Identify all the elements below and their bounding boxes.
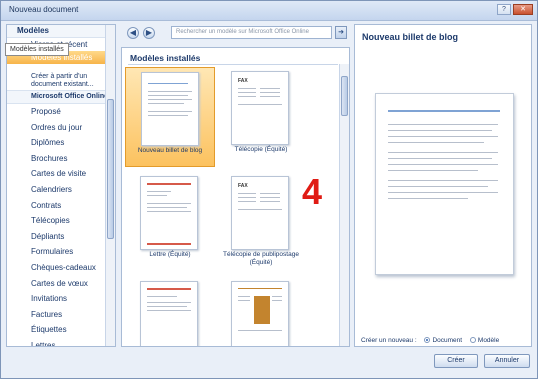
annotation-number: 4 xyxy=(302,171,323,212)
template-tile-5[interactable] xyxy=(125,277,215,346)
template-tile-blog-post[interactable]: Nouveau billet de blog xyxy=(125,67,215,167)
sidebar-item-invoices[interactable]: Factures xyxy=(7,307,115,323)
option-document-label[interactable]: Document xyxy=(432,337,462,344)
option-template-label[interactable]: Modèle xyxy=(478,337,499,344)
template-category-sidebar: Modèles Vierge et récent Modèles install… xyxy=(6,24,116,347)
gallery-divider xyxy=(128,64,338,65)
template-label: Nouveau billet de blog xyxy=(137,147,203,154)
gallery-title: Modèles installés xyxy=(130,53,201,63)
gallery-scroll-thumb[interactable] xyxy=(341,76,348,116)
template-tile-letter-equity[interactable]: Lettre (Équité) xyxy=(125,172,215,272)
template-label: Lettre (Équité) xyxy=(149,251,191,258)
new-document-dialog: Nouveau document ? ✕ Modèles Vierge et r… xyxy=(0,0,538,379)
search-go-button[interactable]: ➜ xyxy=(335,26,347,39)
sidebar-item-greeting-cards[interactable]: Cartes de vœux xyxy=(7,276,115,292)
radio-template[interactable] xyxy=(469,337,476,344)
sidebar-item-featured[interactable]: Proposé xyxy=(7,104,115,120)
image-icon xyxy=(254,296,270,324)
tooltip: Modèles installés xyxy=(5,43,69,56)
sidebar-item-certificates[interactable]: Diplômes xyxy=(7,135,115,151)
sidebar-item-labels[interactable]: Étiquettes xyxy=(7,322,115,338)
sidebar-item-invitations[interactable]: Invitations xyxy=(7,291,115,307)
template-thumbnail xyxy=(141,72,199,146)
sidebar-item-calendars[interactable]: Calendriers xyxy=(7,182,115,198)
template-tile-fax-equity[interactable]: FAX Télécopie (Équité) xyxy=(216,67,306,167)
template-label: Télécopie de publipostage (Équité) xyxy=(223,251,299,266)
help-button[interactable]: ? xyxy=(497,4,511,15)
title-bar: Nouveau document ? ✕ xyxy=(1,1,537,21)
sidebar-item-letters[interactable]: Lettres xyxy=(7,338,115,346)
create-new-options: Créer un nouveau : Document Modèle xyxy=(361,337,499,344)
sidebar-item-brochures[interactable]: Brochures xyxy=(7,151,115,167)
template-label: Télécopie (Équité) xyxy=(234,146,288,153)
sidebar-item-gift-certificates[interactable]: Chèques-cadeaux xyxy=(7,260,115,276)
template-thumbnail xyxy=(231,281,289,346)
sidebar-item-contracts[interactable]: Contrats xyxy=(7,198,115,214)
sidebar-item-flyers[interactable]: Dépliants xyxy=(7,229,115,245)
template-thumbnail: FAX xyxy=(231,176,289,250)
sidebar-item-agendas[interactable]: Ordres du jour xyxy=(7,120,115,136)
sidebar-item-from-existing[interactable]: Créer à partir d'un document existant... xyxy=(7,73,115,90)
window-controls: ? ✕ xyxy=(497,4,533,15)
template-thumbnail xyxy=(140,176,198,250)
back-arrow-icon[interactable]: ◀ xyxy=(127,27,139,39)
sidebar-scrollbar[interactable] xyxy=(105,25,115,346)
sidebar-item-forms[interactable]: Formulaires xyxy=(7,244,115,260)
cancel-button[interactable]: Annuler xyxy=(484,354,530,368)
sidebar-item-faxes[interactable]: Télécopies xyxy=(7,213,115,229)
window-title: Nouveau document xyxy=(9,5,79,14)
sidebar-scroll-thumb[interactable] xyxy=(107,99,114,239)
template-tile-6[interactable] xyxy=(216,277,306,346)
radio-document[interactable] xyxy=(424,337,431,344)
sidebar-header-office-online: Microsoft Office Online xyxy=(7,90,115,104)
template-thumbnail xyxy=(140,281,198,346)
forward-arrow-icon[interactable]: ▶ xyxy=(143,27,155,39)
sidebar-item-business-cards[interactable]: Cartes de visite xyxy=(7,166,115,182)
arrow-right-icon: ➜ xyxy=(338,29,344,36)
template-preview-panel: Nouveau billet de blog Créer un nouveau … xyxy=(354,24,532,347)
preview-thumbnail xyxy=(375,93,514,275)
template-tile-mail-merge-fax[interactable]: FAX Télécopie de publipostage (Équité) xyxy=(216,172,306,272)
close-button[interactable]: ✕ xyxy=(513,4,533,15)
gallery-scrollbar[interactable] xyxy=(339,64,349,346)
preview-title: Nouveau billet de blog xyxy=(362,32,459,42)
create-button[interactable]: Créer xyxy=(434,354,478,368)
template-thumbnail: FAX xyxy=(231,71,289,145)
navigation-bar: ◀ ▶ Rechercher un modèle sur Microsoft O… xyxy=(121,24,351,43)
sidebar-header-templates: Modèles xyxy=(7,25,115,38)
template-search-input[interactable]: Rechercher un modèle sur Microsoft Offic… xyxy=(171,26,332,39)
create-new-label: Créer un nouveau : xyxy=(361,337,417,344)
